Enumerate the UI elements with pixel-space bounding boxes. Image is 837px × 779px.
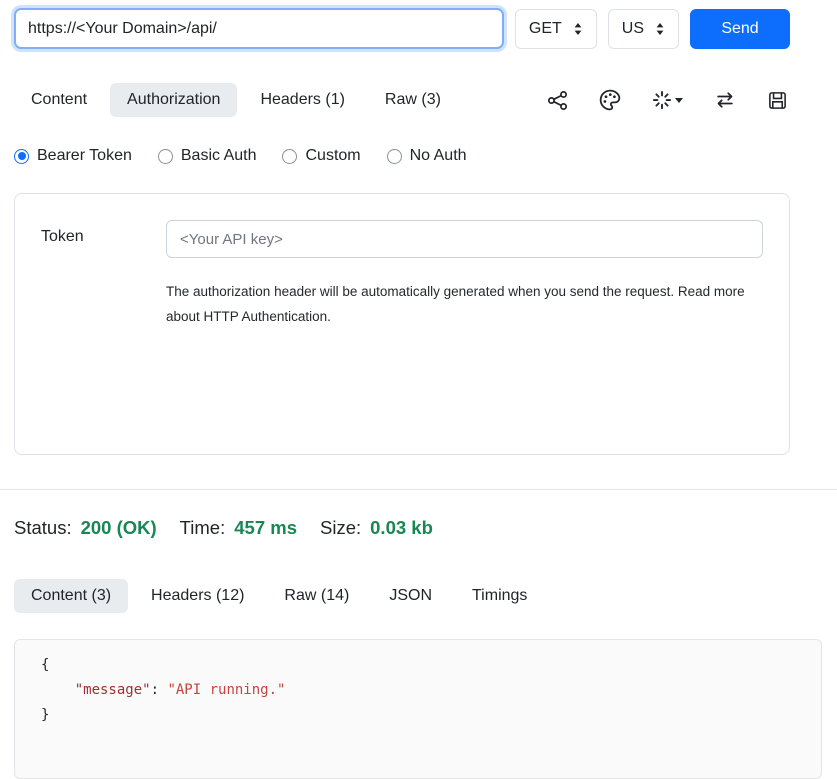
tab-content[interactable]: Content [14,83,104,117]
json-separator: : [151,682,168,698]
request-toolbar [547,89,790,111]
tab-headers[interactable]: Headers (1) [243,83,361,117]
swap-arrows-icon[interactable] [714,90,736,110]
token-row: Token The authorization header will be a… [41,220,763,329]
auth-option-custom[interactable]: Custom [282,147,360,165]
json-string-value: "API running." [167,682,285,698]
tab-response-timings[interactable]: Timings [455,579,544,613]
chevron-down-icon [675,98,683,103]
tab-response-content[interactable]: Content (3) [14,579,128,613]
status-bar: Status: 200 (OK) Time: 457 ms Size: 0.03… [14,517,837,539]
auth-option-basic-auth[interactable]: Basic Auth [158,147,257,165]
region-select[interactable]: US [608,9,679,49]
json-key: "message" [75,682,151,698]
size-value: 0.03 kb [370,517,433,539]
request-tabs-row: Content Authorization Headers (1) Raw (3… [14,83,790,117]
tab-authorization[interactable]: Authorization [110,83,237,117]
radio-icon [282,149,297,164]
token-help-line-1: The authorization header will be automat… [166,279,763,304]
request-bar: GET US Send [14,8,790,49]
status-value: 200 (OK) [81,517,157,539]
json-indent [41,682,75,698]
time-value: 457 ms [234,517,297,539]
token-input[interactable] [166,220,763,258]
json-close-brace: } [41,707,49,723]
tab-response-headers[interactable]: Headers (12) [134,579,261,613]
status-label: Status: [14,517,72,539]
save-icon[interactable] [767,90,788,111]
url-input[interactable] [14,8,504,49]
token-label: Token [41,220,166,329]
auth-option-label: Bearer Token [37,147,132,165]
auth-option-bearer-token[interactable]: Bearer Token [14,147,132,165]
response-tabs: Content (3) Headers (12) Raw (14) JSON T… [14,579,837,613]
size-label: Size: [320,517,361,539]
token-help-text: The authorization header will be automat… [166,279,763,329]
updown-arrows-icon [655,22,665,36]
effects-dropdown-icon[interactable] [652,90,683,110]
auth-type-group: Bearer Token Basic Auth Custom No Auth [14,147,837,165]
section-divider [0,489,837,490]
token-panel: Token The authorization header will be a… [14,193,790,455]
auth-option-no-auth[interactable]: No Auth [387,147,467,165]
updown-arrows-icon [573,22,583,36]
share-icon[interactable] [547,90,568,111]
api-tester-page: GET US Send Content Authorization Header… [0,0,837,779]
auth-option-label: No Auth [410,147,467,165]
token-field-column: The authorization header will be automat… [166,220,763,329]
send-button[interactable]: Send [690,9,790,49]
method-select-value: GET [529,20,562,38]
region-select-value: US [622,20,644,38]
radio-checked-icon [14,149,29,164]
token-help-line-2: about HTTP Authentication. [166,304,763,329]
palette-icon[interactable] [599,89,621,111]
request-tabs: Content Authorization Headers (1) Raw (3… [14,83,458,117]
json-open-brace: { [41,657,49,673]
tab-response-json[interactable]: JSON [372,579,449,613]
auth-option-label: Basic Auth [181,147,257,165]
burst-icon [652,90,672,110]
radio-icon [158,149,173,164]
method-select[interactable]: GET [515,9,597,49]
response-body: { "message": "API running." } [14,639,822,779]
auth-option-label: Custom [305,147,360,165]
radio-icon [387,149,402,164]
tab-raw[interactable]: Raw (3) [368,83,458,117]
tab-response-raw[interactable]: Raw (14) [267,579,366,613]
time-label: Time: [180,517,226,539]
